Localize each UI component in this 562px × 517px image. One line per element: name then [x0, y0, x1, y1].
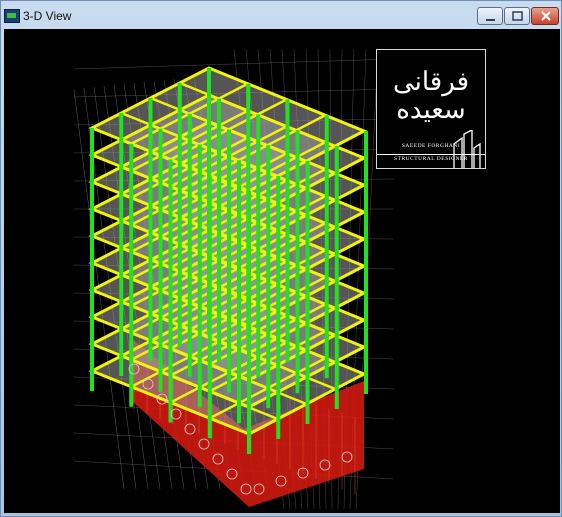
buildings-icon: [453, 130, 481, 168]
grid-line: [73, 58, 395, 70]
three-d-view-window: 3-D View فرقانی سعیده SAEEDE FORGHANI ST…: [0, 0, 562, 517]
watermark-name: SAEEDE FORGHANI: [401, 143, 461, 149]
close-icon: [541, 11, 551, 21]
title-bar[interactable]: 3-D View: [1, 1, 561, 31]
watermark-role: STRUCTURAL DESIGNER: [377, 154, 485, 162]
watermark-persian-line1: فرقانی: [392, 67, 470, 97]
watermark-persian-text: فرقانی سعیده: [377, 68, 485, 124]
watermark-persian-line2: سعیده: [396, 95, 466, 125]
maximize-button[interactable]: [504, 7, 530, 25]
maximize-icon: [512, 11, 523, 21]
close-button[interactable]: [531, 7, 559, 25]
minimize-icon: [486, 19, 495, 21]
minimize-button[interactable]: [477, 7, 503, 25]
window-title: 3-D View: [23, 9, 72, 23]
etabs-app-icon[interactable]: [4, 9, 20, 23]
designer-watermark: فرقانی سعیده SAEEDE FORGHANI STRUCTURAL …: [376, 49, 486, 169]
model-3d-viewport[interactable]: فرقانی سعیده SAEEDE FORGHANI STRUCTURAL …: [4, 29, 560, 513]
